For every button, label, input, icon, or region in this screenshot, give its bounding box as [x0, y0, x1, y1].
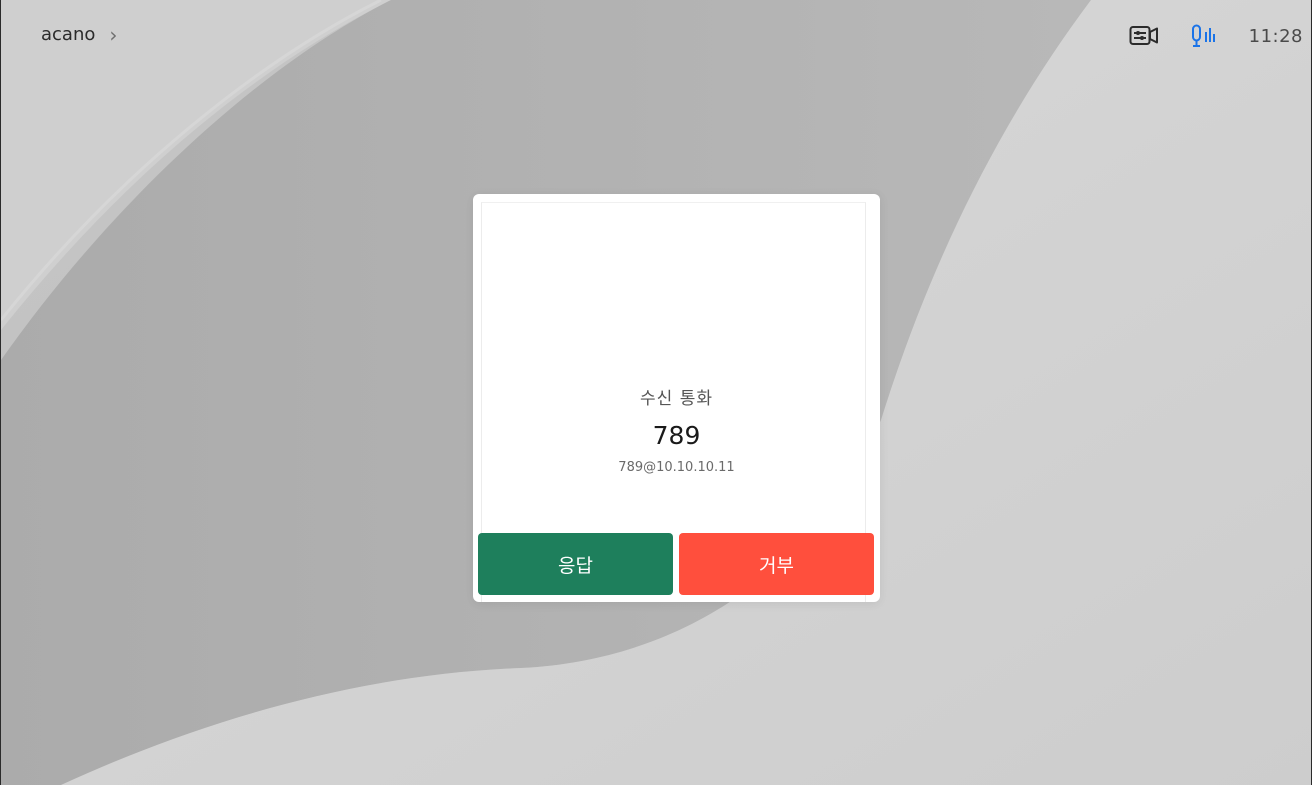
decline-button[interactable]: 거부	[679, 533, 874, 595]
caller-name: 789	[652, 421, 701, 450]
device-name-label: acano	[41, 24, 96, 45]
status-area: 11:28	[1129, 24, 1303, 48]
caller-uri: 789@10.10.10.11	[618, 460, 735, 475]
clock: 11:28	[1248, 25, 1303, 47]
incoming-call-dialog: 수신 통화 789 789@10.10.10.11 응답 거부	[473, 194, 880, 602]
device-name-button[interactable]: acano ›	[41, 24, 117, 45]
chevron-right-icon: ›	[109, 22, 118, 47]
home-screen: acano › 11:28 수신 통화 789 789@10.10.10.11 …	[0, 0, 1312, 785]
top-bar: acano › 11:28	[1, 0, 1311, 70]
microphone-levels-icon[interactable]	[1189, 24, 1219, 48]
incoming-call-label: 수신 통화	[640, 389, 713, 409]
caller-info: 수신 통화 789 789@10.10.10.11	[473, 384, 880, 475]
answer-button[interactable]: 응답	[478, 533, 673, 595]
camera-settings-icon[interactable]	[1129, 24, 1159, 48]
